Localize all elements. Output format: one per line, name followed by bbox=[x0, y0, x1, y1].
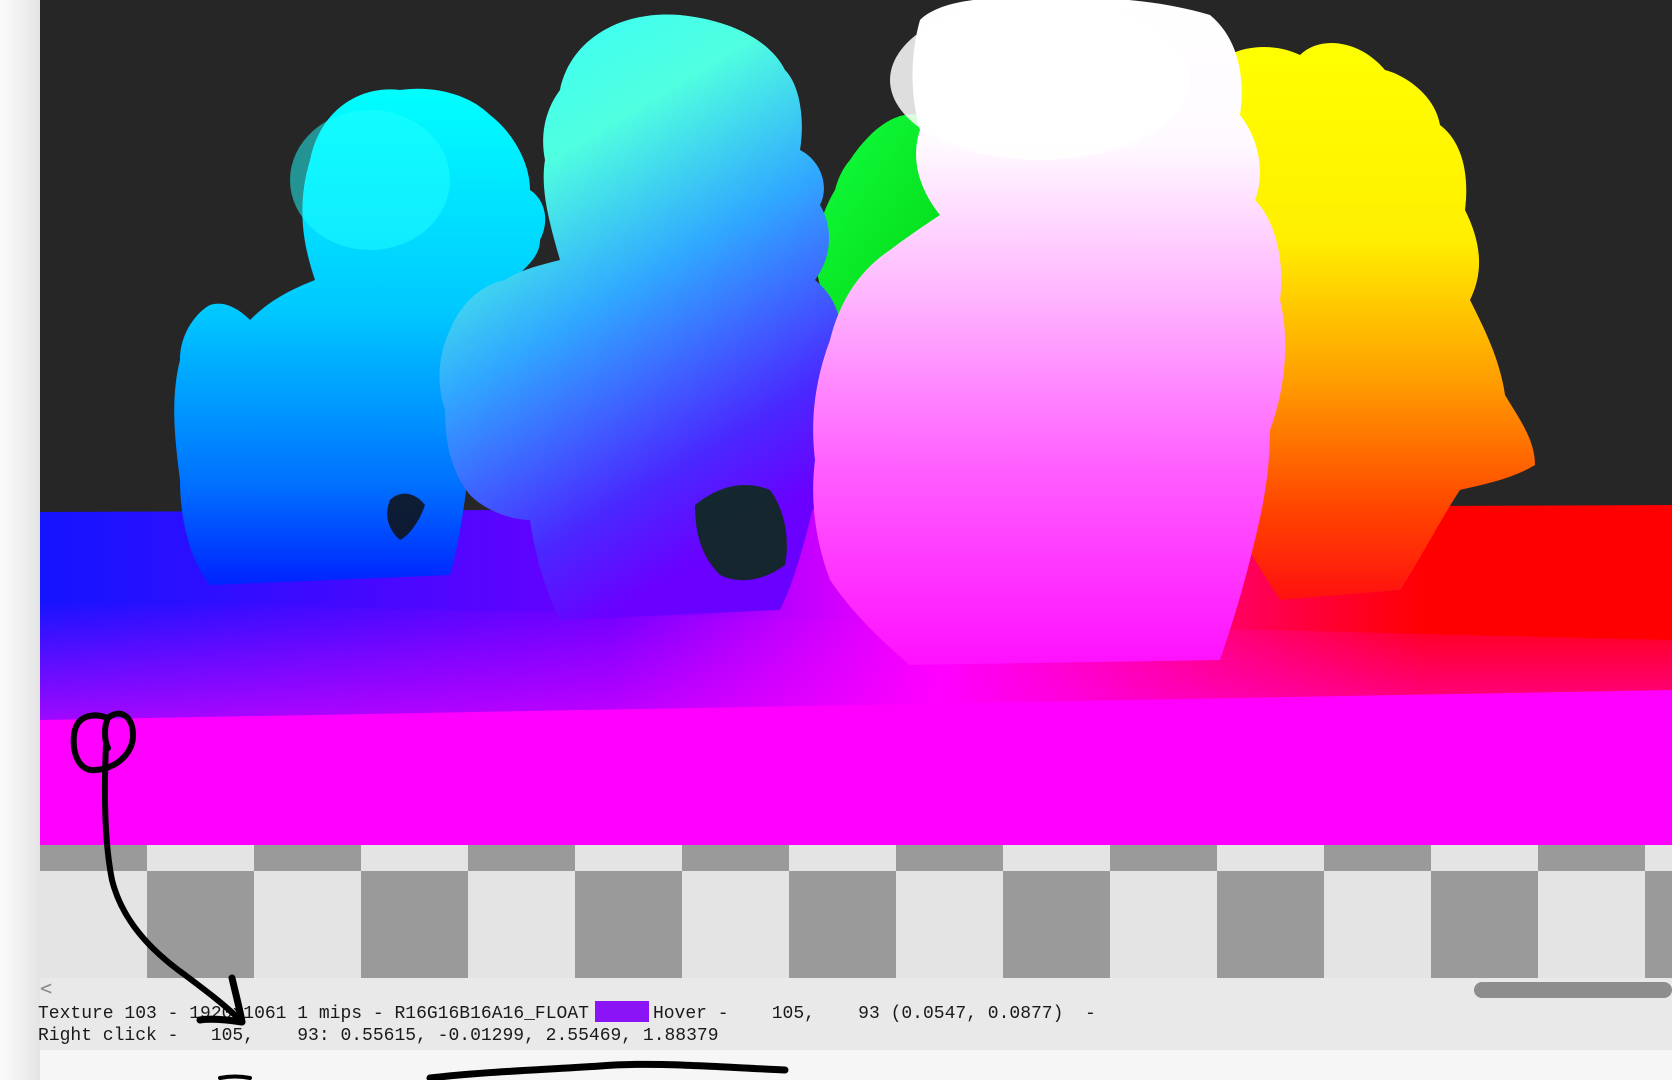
hover-readout: Hover - 105, 93 (0.0547, 0.0877) - bbox=[652, 1004, 1096, 1024]
scroll-left-arrow-icon[interactable]: < bbox=[40, 978, 56, 998]
texture-info-line: Texture 103 - 1920x1061 1 mips - R16G16B… bbox=[38, 1001, 1096, 1025]
texture-format-label: x1061 1 mips - R16G16B16A16_FLOAT bbox=[232, 1004, 589, 1024]
paper-margin-bottom bbox=[40, 1050, 1672, 1080]
right-click-readout: Right click - 105, 93: 0.55615, -0.01299… bbox=[38, 1026, 719, 1046]
paper-margin bbox=[0, 0, 40, 1080]
texture-viewport[interactable] bbox=[40, 0, 1672, 845]
texture-viewer: < Texture 103 - 1920x1061 1 mips - R16G1… bbox=[0, 0, 1672, 1080]
horizontal-scrollbar-thumb[interactable] bbox=[1474, 982, 1672, 998]
texture-width-obscured: 1920 bbox=[189, 1004, 233, 1024]
hover-color-swatch bbox=[594, 1001, 649, 1022]
texture-id-label: Texture 103 - bbox=[38, 1004, 179, 1024]
status-bar: < Texture 103 - 1920x1061 1 mips - R16G1… bbox=[38, 978, 1672, 1050]
transparency-checkerboard bbox=[40, 845, 1672, 978]
